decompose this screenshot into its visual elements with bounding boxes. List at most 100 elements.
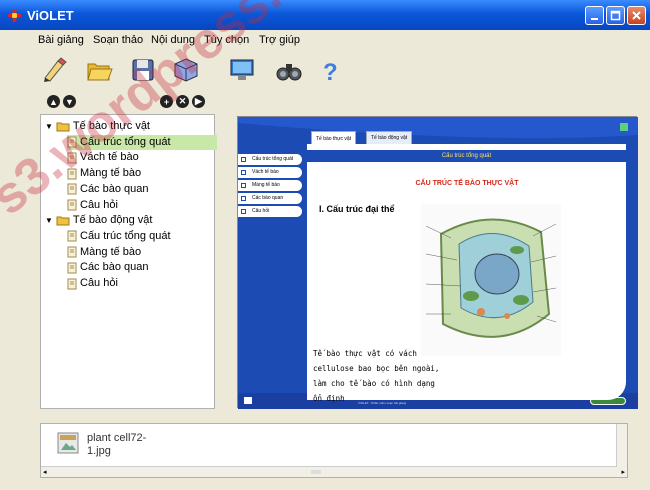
menu-bullet-icon <box>241 183 246 188</box>
menu-bai-giang[interactable]: Bài giảng <box>38 34 84 46</box>
move-down-button[interactable]: ▼ <box>63 95 76 108</box>
scroll-left-icon[interactable]: ◂ <box>43 468 47 476</box>
tree-item-label: Màng tế bào <box>80 245 142 258</box>
scroll-thumb[interactable] <box>311 470 321 474</box>
help-icon[interactable]: ? <box>315 56 343 84</box>
save-icon[interactable] <box>129 56 157 84</box>
minimize-button[interactable] <box>585 6 604 25</box>
tree-item-label: Vách tế bào <box>80 151 139 164</box>
media-file-panel: plant cell72- 1.jpg ◂ ▸ <box>40 423 628 478</box>
horizontal-scrollbar[interactable]: ◂ ▸ <box>41 466 627 477</box>
tree-item[interactable]: Màng tế bào <box>67 245 141 260</box>
menu-tuy-chon[interactable]: Tùy chọn <box>204 34 249 46</box>
tree-item-label: Cấu trúc tổng quát <box>80 135 171 148</box>
page-icon <box>67 246 77 258</box>
side-menu-label: Cấu trúc tổng quát <box>252 156 294 162</box>
expand-arrow-icon[interactable]: ▼ <box>45 213 53 228</box>
folder-icon <box>56 216 70 226</box>
slide-title: CẤU TRÚC TẾ BÀO THỰC VẬT <box>415 180 519 187</box>
plant-cell-image <box>421 204 561 356</box>
tree-item[interactable]: Các bào quan <box>67 260 149 275</box>
minimize-icon <box>591 18 598 20</box>
screen-preview-icon[interactable] <box>228 56 256 84</box>
page-icon <box>67 262 77 274</box>
menu-bullet-icon <box>241 196 246 201</box>
tree-item-label: Câu hỏi <box>80 198 118 211</box>
binoculars-icon[interactable] <box>275 56 303 84</box>
tree-move-buttons: ▲ ▼ <box>47 95 76 108</box>
menu-bar: Bài giảng Soạn thảo Nội dung Tùy chọn Tr… <box>0 30 650 50</box>
side-menu-item[interactable]: Vách tế bào <box>238 167 302 178</box>
slide-header: Cấu trúc tổng quát <box>307 150 626 162</box>
slide-body-text: Tế bào thực vật có vách cellulose bao bọ… <box>313 349 440 403</box>
tree-item[interactable]: Cấu trúc tổng quát <box>67 229 171 244</box>
page-icon <box>67 152 77 164</box>
folder-icon <box>56 122 70 132</box>
tree-item-label: Cấu trúc tổng quát <box>80 229 171 242</box>
tree-item[interactable]: Cấu trúc tổng quát <box>67 134 217 150</box>
vertical-scrollbar[interactable] <box>616 424 627 467</box>
side-menu-item[interactable]: Cấu trúc tổng quát <box>238 154 302 165</box>
image-file-icon[interactable] <box>57 432 79 454</box>
slide-content: Cấu trúc tổng quát CẤU TRÚC TẾ BÀO THỰC … <box>307 144 626 403</box>
slide-heading: I. Cấu trúc đại thể <box>319 204 395 214</box>
side-menu-label: Vách tế bào <box>252 169 279 175</box>
tree-folder[interactable]: ▼ Tế bào động vật <box>45 213 152 228</box>
svg-text:?: ? <box>323 59 338 84</box>
tree-item[interactable]: Câu hỏi <box>67 198 118 213</box>
forward-button[interactable]: ▶ <box>192 95 205 108</box>
menu-bullet-icon <box>241 209 246 214</box>
tree-item-label: Màng tế bào <box>80 167 142 180</box>
package-icon[interactable] <box>172 56 200 84</box>
tree-item-label: Tế bào động vật <box>72 214 153 227</box>
menu-bullet-icon <box>241 170 246 175</box>
preview-screen-icon[interactable] <box>244 397 252 404</box>
page-icon <box>67 168 77 180</box>
file-name[interactable]: plant cell72- 1.jpg <box>87 432 146 458</box>
lesson-tree-panel: ▼ Tế bào thực vật Cấu trúc tổng quát Vách t… <box>40 114 217 409</box>
menu-bullet-icon <box>241 157 246 162</box>
tree-folder[interactable]: ▼ Tế bào thực vật <box>45 119 150 134</box>
maximize-icon <box>610 10 621 21</box>
title-bar: ViOLET <box>0 0 650 30</box>
edit-icon[interactable] <box>40 56 68 84</box>
tree-item-label: Các bào quan <box>80 182 149 195</box>
side-menu-label: Các bào quan <box>252 195 284 201</box>
add-button[interactable]: + <box>160 95 173 108</box>
slide-side-menu: Cấu trúc tổng quát Vách tế bào Màng tế bào… <box>238 154 302 219</box>
side-menu-item[interactable]: Màng tế bào <box>238 180 302 191</box>
page-icon <box>67 230 77 242</box>
toolbar: ? <box>0 50 650 90</box>
violet-app-icon <box>8 9 21 22</box>
scroll-right-icon[interactable]: ▸ <box>621 468 625 476</box>
maximize-button[interactable] <box>606 6 625 25</box>
open-folder-icon[interactable] <box>85 56 113 84</box>
page-icon <box>67 278 77 289</box>
tree-item[interactable]: Vách tế bào <box>67 150 139 165</box>
page-icon <box>67 199 77 211</box>
delete-button[interactable]: ✕ <box>176 95 189 108</box>
side-menu-label: Màng tế bào <box>252 182 280 188</box>
menu-soan-thao[interactable]: Soạn thảo <box>93 34 143 46</box>
menu-noi-dung[interactable]: Nội dung <box>151 34 195 46</box>
side-menu-item[interactable]: Các bào quan <box>238 193 302 204</box>
tree-edit-buttons: + ✕ ▶ <box>160 95 205 108</box>
tree-item-label: Câu hỏi <box>80 277 118 289</box>
close-button[interactable] <box>627 6 646 25</box>
window-title: ViOLET <box>27 8 74 23</box>
expand-arrow-icon[interactable]: ▼ <box>45 119 53 134</box>
tree-item[interactable]: Màng tế bào <box>67 166 141 181</box>
file-name-line-1: plant cell72- <box>87 432 147 444</box>
tree-item-label: Tế bào thực vật <box>72 120 150 132</box>
side-menu-item[interactable]: Câu hỏi <box>238 206 302 217</box>
side-menu-label: Câu hỏi <box>252 208 270 214</box>
close-icon <box>632 11 641 20</box>
tree-item[interactable]: Câu hỏi <box>67 276 118 291</box>
file-name-line-2: 1.jpg <box>87 445 111 457</box>
menu-tro-giup[interactable]: Trợ giúp <box>259 34 300 46</box>
page-icon <box>67 183 77 195</box>
tree-item-label: Các bào quan <box>80 261 149 274</box>
tree-item[interactable]: Các bào quan <box>67 182 149 197</box>
page-icon <box>67 136 77 148</box>
move-up-button[interactable]: ▲ <box>47 95 60 108</box>
